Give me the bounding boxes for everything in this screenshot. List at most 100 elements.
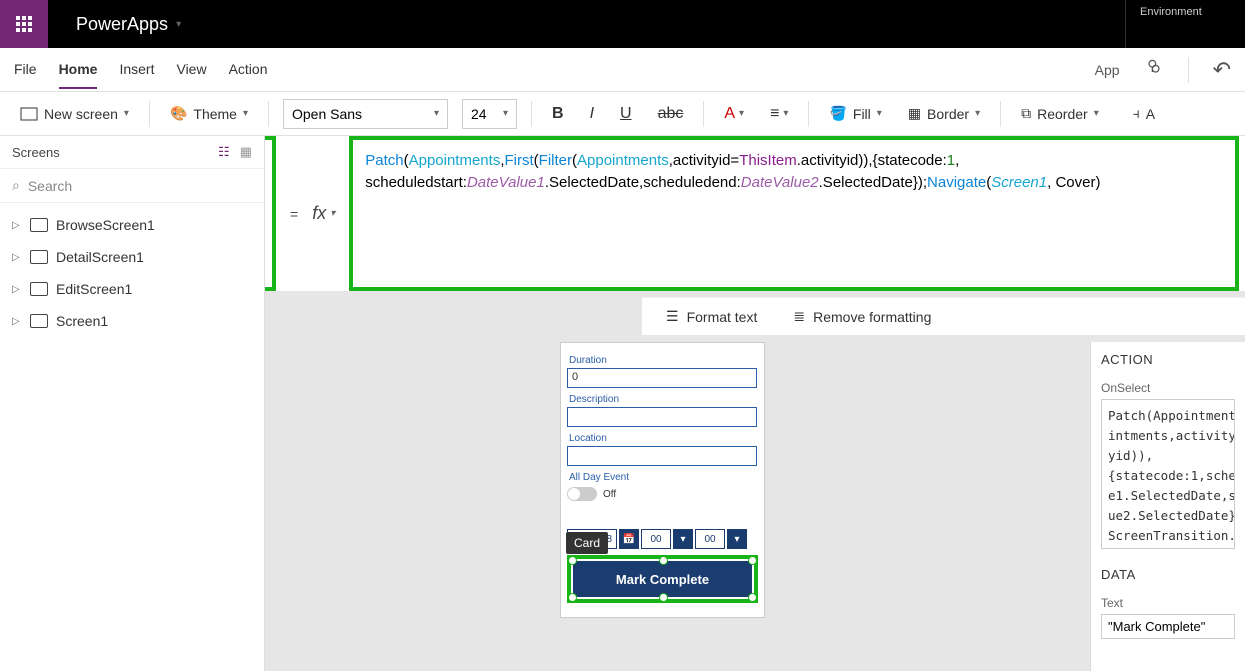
text-prop-value[interactable]: "Mark Complete" xyxy=(1101,614,1235,639)
chevron-down-icon: ▾ xyxy=(1094,108,1099,119)
waffle-icon xyxy=(16,16,32,32)
reorder-button[interactable]: ⧉ Reorder ▾ xyxy=(1015,101,1105,126)
search-icon: ⌕ xyxy=(12,177,20,194)
search-placeholder: Search xyxy=(28,178,72,194)
resize-handle[interactable] xyxy=(659,593,668,602)
screens-tree: ▷BrowseScreen1▷DetailScreen1▷EditScreen1… xyxy=(0,203,264,343)
minute-field[interactable]: 00 xyxy=(695,529,725,549)
allday-toggle[interactable] xyxy=(567,487,597,501)
new-screen-label: New screen xyxy=(44,106,118,122)
menu-file[interactable]: File xyxy=(14,51,37,89)
description-input[interactable] xyxy=(567,407,757,427)
allday-toggle-row: Off xyxy=(567,487,758,501)
caret-icon: ▷ xyxy=(12,252,22,263)
duration-input[interactable]: 0 xyxy=(567,368,757,388)
card-tooltip: Card xyxy=(566,532,608,554)
screen-item[interactable]: ▷ DetailScreen1 xyxy=(0,241,264,273)
menu-home[interactable]: Home xyxy=(59,51,98,89)
screen-icon xyxy=(30,282,48,296)
app-button[interactable]: App xyxy=(1095,62,1120,78)
location-label: Location xyxy=(569,433,758,444)
menu-tabs: File Home Insert View Action xyxy=(14,51,268,89)
resize-handle[interactable] xyxy=(748,593,757,602)
text-align-button[interactable]: ≡▾ xyxy=(764,101,794,127)
resize-handle[interactable] xyxy=(659,556,668,565)
screen-label: EditScreen1 xyxy=(56,281,132,297)
app-launcher-button[interactable] xyxy=(0,0,48,48)
health-icon[interactable] xyxy=(1144,57,1164,82)
environment-label: Environment xyxy=(1140,6,1231,18)
resize-handle[interactable] xyxy=(568,593,577,602)
hour-field[interactable]: 00 xyxy=(641,529,671,549)
theme-button[interactable]: 🎨 Theme ▾ xyxy=(164,101,254,126)
fill-label: Fill xyxy=(853,106,871,122)
screen-label: BrowseScreen1 xyxy=(56,217,155,233)
size-value: 24 xyxy=(471,106,487,122)
text-prop-label: Text xyxy=(1101,596,1235,610)
format-label: Format text xyxy=(687,309,758,325)
border-icon: ▦ xyxy=(908,105,921,122)
minute-dropdown-icon[interactable]: ▾ xyxy=(727,529,747,549)
calendar-icon[interactable]: 📅 xyxy=(619,529,639,549)
screens-title: Screens xyxy=(12,145,60,160)
menu-insert[interactable]: Insert xyxy=(119,51,154,89)
remove-label: Remove formatting xyxy=(813,309,931,325)
screen-item[interactable]: ▷ BrowseScreen1 xyxy=(0,209,264,241)
screens-panel: Screens ☷ ▦ ⌕ Search ▷ BrowseScreen1 ▷ Deta… xyxy=(0,136,265,671)
resize-handle[interactable] xyxy=(748,556,757,565)
screen-item[interactable]: ▷Screen1 xyxy=(0,305,264,337)
font-select[interactable]: Open Sans ▾ xyxy=(283,99,448,129)
font-color-button[interactable]: A▾ xyxy=(718,101,750,127)
selection-outline: Mark Complete xyxy=(567,555,758,603)
menu-action[interactable]: Action xyxy=(229,51,268,89)
screen-icon xyxy=(30,314,48,328)
font-size-select[interactable]: 24 ▾ xyxy=(462,99,517,129)
align-button[interactable]: ⫞ A xyxy=(1127,101,1161,126)
separator xyxy=(1000,101,1001,127)
menu-view[interactable]: View xyxy=(176,51,206,89)
screens-search[interactable]: ⌕ Search xyxy=(0,169,264,203)
menu-right: App ↶ xyxy=(1095,57,1231,83)
onselect-prop-value[interactable]: Patch(Appointment intments,activity yid)… xyxy=(1101,399,1235,549)
paint-bucket-icon: 🪣 xyxy=(829,105,846,122)
underline-button[interactable]: U xyxy=(614,101,638,127)
allday-label: All Day Event xyxy=(569,472,758,483)
location-input[interactable] xyxy=(567,446,757,466)
palette-icon: 🎨 xyxy=(170,105,187,122)
hour-dropdown-icon[interactable]: ▾ xyxy=(673,529,693,549)
mark-complete-button[interactable]: Mark Complete xyxy=(573,561,752,597)
resize-handle[interactable] xyxy=(568,556,577,565)
screens-header: Screens ☷ ▦ xyxy=(0,136,264,169)
screen-label: DetailScreen1 xyxy=(56,249,144,265)
fx-button[interactable]: fx▾ xyxy=(312,203,335,224)
thumbnail-view-icon[interactable]: ▦ xyxy=(240,144,252,160)
undo-button[interactable]: ↶ xyxy=(1213,57,1231,83)
caret-icon: ▷ xyxy=(12,220,22,231)
new-screen-button[interactable]: New screen ▾ xyxy=(14,102,135,126)
bold-button[interactable]: B xyxy=(546,101,570,127)
data-header: DATA xyxy=(1101,567,1235,582)
screen-icon xyxy=(20,107,38,121)
reorder-icon: ⧉ xyxy=(1021,105,1031,122)
remove-format-icon: ≣ xyxy=(793,308,805,325)
chevron-down-icon: ▾ xyxy=(124,108,129,119)
canvas-card[interactable]: Duration 0 Description Location All Day … xyxy=(560,342,765,618)
fill-button[interactable]: 🪣 Fill ▾ xyxy=(823,101,887,126)
environment-picker[interactable]: Environment xyxy=(1125,0,1245,48)
app-title[interactable]: PowerApps ▾ xyxy=(76,14,181,35)
italic-button[interactable]: I xyxy=(584,101,600,127)
formula-prefix: = fx▾ xyxy=(276,136,349,291)
strikethrough-button[interactable]: abc xyxy=(652,101,690,127)
remove-formatting-button[interactable]: ≣ Remove formatting xyxy=(793,308,931,325)
formula-bar[interactable]: Patch(Appointments,First(Filter(Appointm… xyxy=(349,136,1239,291)
screen-icon xyxy=(30,250,48,264)
separator xyxy=(1188,57,1189,83)
caret-icon: ▷ xyxy=(12,316,22,327)
format-text-button[interactable]: ☰ Format text xyxy=(666,308,757,325)
reorder-label: Reorder xyxy=(1037,106,1088,122)
align-label: A xyxy=(1146,106,1155,122)
chevron-down-icon: ▾ xyxy=(176,19,181,30)
tree-view-icon[interactable]: ☷ xyxy=(218,144,230,160)
border-button[interactable]: ▦ Border ▾ xyxy=(902,101,986,126)
screen-item[interactable]: ▷EditScreen1 xyxy=(0,273,264,305)
